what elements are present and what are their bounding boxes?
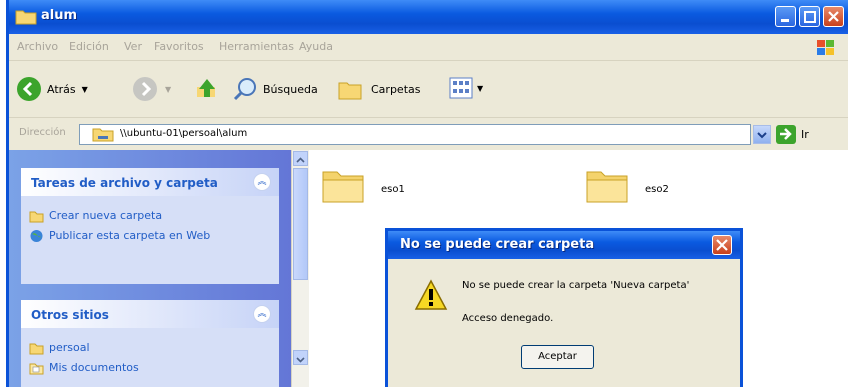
dialog-close-button[interactable] — [712, 235, 732, 255]
folders-button[interactable]: Carpetas — [337, 75, 420, 103]
folder-icon — [586, 171, 628, 203]
back-button[interactable]: Atrás ▼ — [15, 75, 88, 103]
places-panel-header[interactable]: Otros sitios ︽ — [21, 300, 279, 328]
go-arrow-icon[interactable] — [775, 124, 797, 145]
folder-name: eso2 — [645, 184, 669, 195]
address-label: Dirección — [19, 127, 66, 138]
dialog-title-bar[interactable]: No se puede crear carpeta — [388, 231, 740, 259]
menu-archivo[interactable]: Archivo — [17, 40, 58, 53]
places-panel-title: Otros sitios — [31, 308, 109, 322]
places-panel: Otros sitios ︽ persoal Mis documentos — [21, 300, 279, 387]
title-bar[interactable]: alum — [9, 0, 848, 34]
minimize-icon — [781, 19, 789, 22]
go-button-label[interactable]: Ir — [801, 128, 809, 141]
folder-icon — [322, 171, 364, 203]
views-icon — [449, 77, 473, 99]
address-bar: Dirección \\ubuntu-01\persoal\alum Ir — [9, 118, 848, 150]
maximize-icon — [804, 11, 816, 23]
back-arrow-icon — [17, 77, 41, 101]
chevron-down-icon[interactable]: ▼ — [477, 84, 483, 93]
folder-name: eso1 — [381, 184, 405, 195]
search-icon — [233, 78, 256, 101]
forward-arrow-icon — [133, 77, 157, 101]
views-button[interactable]: ▼ — [449, 77, 483, 99]
network-folder-icon — [92, 128, 114, 142]
search-button[interactable]: Búsqueda — [231, 75, 318, 103]
task-publish-web[interactable]: Publicar esta carpeta en Web — [21, 226, 279, 246]
dialog-detail: Acceso denegado. — [462, 313, 554, 324]
up-folder-button[interactable] — [193, 75, 221, 103]
chevron-up-icon — [296, 157, 305, 163]
folder-item[interactable]: eso2 — [585, 166, 669, 208]
chevron-down-icon — [757, 132, 767, 139]
menu-ayuda[interactable]: Ayuda — [299, 40, 333, 53]
place-persoal[interactable]: persoal — [21, 338, 279, 358]
place-my-documents[interactable]: Mis documentos — [21, 358, 279, 378]
folder-icon — [15, 10, 37, 25]
dialog-title: No se puede crear carpeta — [400, 237, 595, 252]
folder-item[interactable]: eso1 — [321, 166, 405, 208]
close-icon — [716, 239, 728, 251]
task-pane: Tareas de archivo y carpeta ︽ Crear nuev… — [9, 150, 299, 387]
menu-favoritos[interactable]: Favoritos — [154, 40, 204, 53]
globe-icon — [30, 230, 43, 242]
forward-button[interactable]: ▼ — [131, 75, 171, 103]
tasks-panel: Tareas de archivo y carpeta ︽ Crear nuev… — [21, 168, 279, 284]
close-icon — [828, 11, 839, 22]
menu-edicion[interactable]: Edición — [69, 40, 109, 53]
tasks-panel-title: Tareas de archivo y carpeta — [31, 176, 218, 190]
chevron-down-icon[interactable]: ▼ — [82, 85, 88, 94]
documents-folder-icon — [29, 363, 44, 375]
error-dialog: No se puede crear carpeta No se puede cr… — [385, 228, 743, 387]
maximize-button[interactable] — [799, 6, 820, 27]
chevron-down-icon[interactable]: ▼ — [165, 85, 171, 94]
menu-bar: Archivo Edición Ver Favoritos Herramient… — [9, 34, 848, 61]
tasks-panel-header[interactable]: Tareas de archivo y carpeta ︽ — [21, 168, 279, 196]
folders-icon — [338, 82, 362, 100]
dialog-message: No se puede crear la carpeta 'Nueva carp… — [462, 280, 690, 291]
new-folder-icon — [29, 211, 44, 223]
scroll-up-button[interactable] — [293, 151, 308, 166]
address-dropdown-button[interactable] — [753, 125, 771, 144]
scroll-down-button[interactable] — [293, 350, 308, 365]
ok-button[interactable]: Aceptar — [521, 345, 594, 369]
explorer-window: alum Archivo Edición Ver Favoritos Herra… — [6, 0, 848, 387]
scroll-thumb[interactable] — [293, 168, 308, 280]
close-button[interactable] — [823, 6, 844, 27]
window-title: alum — [41, 8, 78, 23]
collapse-chevron-icon[interactable]: ︽ — [253, 305, 271, 323]
warning-icon — [414, 279, 448, 310]
collapse-chevron-icon[interactable]: ︽ — [253, 173, 271, 191]
menu-ver[interactable]: Ver — [124, 40, 142, 53]
address-input[interactable]: \\ubuntu-01\persoal\alum — [79, 124, 751, 145]
chevron-down-icon — [296, 357, 305, 363]
toolbar: Atrás ▼ ▼ Búsqueda Carpetas ▼ — [9, 61, 848, 118]
task-pane-scrollbar[interactable] — [291, 150, 310, 387]
menu-herramientas[interactable]: Herramientas — [219, 40, 294, 53]
windows-logo-icon — [817, 40, 834, 55]
up-arrow-icon — [197, 79, 215, 97]
task-new-folder[interactable]: Crear nueva carpeta — [21, 206, 279, 226]
minimize-button[interactable] — [775, 6, 796, 27]
folder-icon — [29, 343, 44, 355]
